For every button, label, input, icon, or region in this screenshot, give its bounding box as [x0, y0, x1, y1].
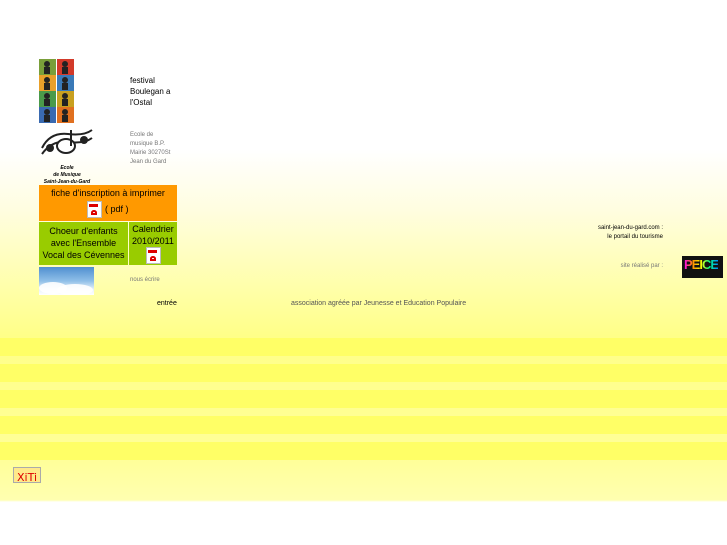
calendrier-cell[interactable]: Calendrier 2010/2011 — [129, 222, 177, 265]
portal-text[interactable]: saint-jean-du-gard.com : le portail du t… — [560, 224, 663, 242]
inscription-cell[interactable]: fiche d'inscription à imprimer ( pdf ) — [39, 185, 177, 221]
pdf-icon[interactable] — [145, 247, 161, 264]
association-text: association agréée par Jeunesse et Educa… — [291, 300, 467, 307]
contact-link[interactable]: nous écrire — [130, 276, 160, 285]
inscription-link[interactable]: fiche d'inscription à imprimer — [39, 187, 177, 199]
xiti-badge[interactable]: XiTi — [13, 467, 41, 484]
ecole-logo-line: Ecole — [60, 165, 74, 171]
portal-line[interactable]: saint-jean-du-gard.com : — [560, 224, 663, 233]
sky-image[interactable] — [39, 267, 94, 296]
portal-line[interactable]: le portail du tourisme — [560, 233, 663, 242]
festival-link[interactable]: festival Boulegan a l'Ostal — [130, 75, 172, 108]
choeur-cell[interactable]: Choeur d'enfants avec l'Ensemble Vocal d… — [39, 222, 128, 265]
xiti-text: XiTi — [16, 471, 38, 484]
inscription-pdf-link[interactable]: ( pdf ) — [105, 204, 129, 214]
choeur-link[interactable]: Choeur d'enfants avec l'Ensemble Vocal d… — [42, 226, 124, 260]
pdf-icon[interactable] — [87, 201, 103, 218]
maker-logo-text: PEICE — [684, 257, 719, 272]
entree-link[interactable]: entrée — [157, 300, 177, 307]
festival-musicians-image[interactable] — [39, 59, 74, 123]
maker-logo[interactable]: PEICE — [682, 256, 723, 278]
ecole-logo: Ecole de Musique Saint-Jean-du-Gard — [40, 126, 94, 185]
ecole-logo-line: de Musique — [53, 172, 81, 178]
site-credit-text: site réalisé par : — [620, 263, 663, 269]
calendrier-link[interactable]: Calendrier 2010/2011 — [129, 223, 177, 247]
ecole-address: Ecole de musique B.P. Mairie 30270St Jea… — [130, 132, 171, 165]
